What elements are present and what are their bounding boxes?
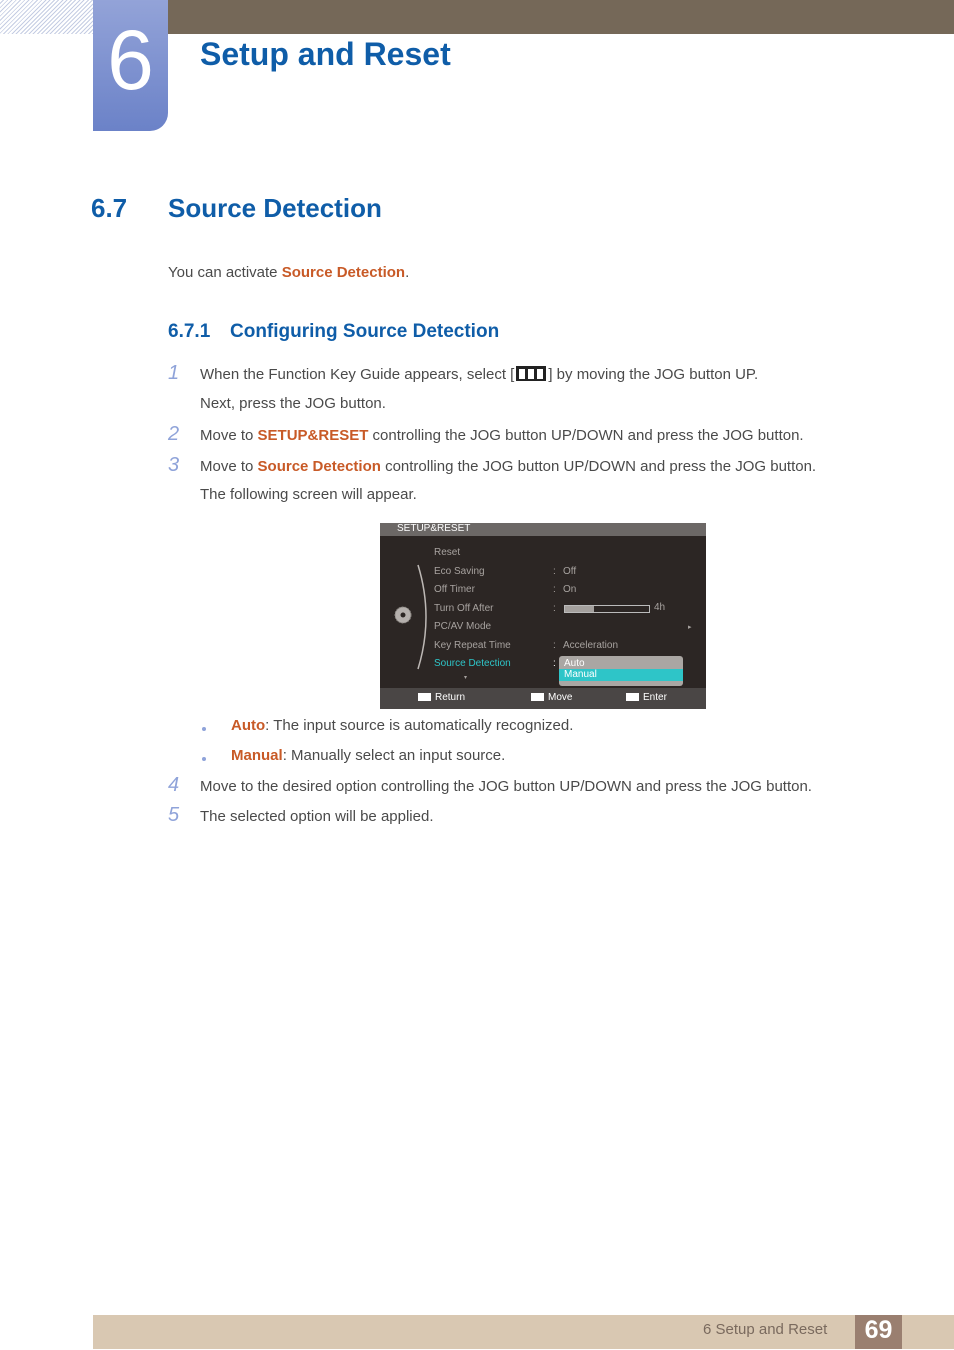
step-text-part: Move to bbox=[200, 427, 258, 444]
step-text-part: controlling the JOG button UP/DOWN and p… bbox=[380, 458, 817, 475]
intro-paragraph: You can activate Source Detection. bbox=[168, 264, 409, 281]
step-number: 2 bbox=[168, 423, 180, 445]
option-desc: : The input source is automatically reco… bbox=[265, 717, 574, 734]
osd-value-eco-saving: Off bbox=[563, 566, 577, 577]
option-manual-description: Manual: Manually select an input source. bbox=[231, 747, 505, 764]
move-label: Move bbox=[548, 692, 573, 703]
chapter-title: Setup and Reset bbox=[200, 36, 451, 72]
osd-value-key-repeat-time: Acceleration bbox=[563, 640, 619, 651]
section-number: 6.7 bbox=[91, 193, 128, 223]
move-button[interactable]: Move bbox=[531, 692, 572, 703]
enter-label: Enter bbox=[643, 692, 667, 703]
option-auto-description: Auto: The input source is automatically … bbox=[231, 717, 573, 734]
step-number: 4 bbox=[168, 774, 180, 796]
section-title: Source Detection bbox=[168, 193, 382, 223]
step-text-part: When the Function Key Guide appears, sel… bbox=[200, 366, 515, 383]
page-number-box: 69 bbox=[855, 1315, 902, 1349]
scroll-down-arrow-icon: ▾ bbox=[464, 675, 468, 681]
return-label: Return bbox=[435, 692, 466, 703]
step-text: The selected option will be applied. bbox=[200, 808, 434, 825]
intro-highlight: Source Detection bbox=[281, 264, 406, 281]
turn-off-after-slider[interactable] bbox=[564, 605, 650, 613]
intro-suffix: . bbox=[405, 264, 410, 281]
osd-colon: : bbox=[553, 584, 556, 595]
osd-value-off-timer: On bbox=[563, 584, 577, 595]
step-number: 5 bbox=[168, 804, 180, 826]
step-text: Move to Source Detection controlling the… bbox=[200, 458, 816, 475]
osd-item-reset[interactable]: Reset bbox=[434, 547, 460, 558]
enter-button[interactable]: Enter bbox=[626, 692, 667, 703]
osd-colon: : bbox=[553, 658, 556, 669]
osd-title-bar: SETUP&RESET bbox=[380, 523, 706, 536]
osd-item-turn-off-after[interactable]: Turn Off After bbox=[434, 603, 493, 614]
osd-item-source-detection[interactable]: Source Detection bbox=[434, 658, 511, 669]
osd-footer: Return Move Enter bbox=[380, 688, 706, 709]
step-text: Move to SETUP&RESET controlling the JOG … bbox=[200, 427, 804, 444]
option-label: Manual bbox=[231, 747, 283, 764]
chevron-right-icon: ▸ bbox=[688, 624, 692, 631]
source-detection-dropdown[interactable]: Auto Manual bbox=[559, 656, 683, 686]
step-text-line2: The following screen will appear. bbox=[200, 486, 417, 503]
osd-colon: : bbox=[553, 566, 556, 577]
header-hatch-decoration bbox=[0, 0, 93, 34]
option-desc: : Manually select an input source. bbox=[282, 747, 506, 764]
move-key-icon bbox=[531, 693, 544, 701]
intro-text: You can activate bbox=[168, 264, 282, 281]
subsection-title: Configuring Source Detection bbox=[230, 321, 500, 342]
menu-icon bbox=[516, 366, 547, 381]
step-text: When the Function Key Guide appears, sel… bbox=[200, 366, 758, 383]
page-number: 69 bbox=[864, 1316, 893, 1344]
step-highlight: Source Detection bbox=[257, 458, 381, 475]
chapter-number: 6 bbox=[107, 13, 154, 107]
return-button[interactable]: Return bbox=[418, 692, 465, 703]
step-text-part: Move to bbox=[200, 458, 258, 475]
footer-chapter-label: 6 Setup and Reset bbox=[703, 1321, 828, 1338]
bullet-icon bbox=[202, 757, 206, 761]
osd-menu-screenshot: SETUP&RESET Reset Eco Saving : Off Off T… bbox=[380, 523, 706, 709]
osd-value-turn-off-after: 4h bbox=[654, 602, 666, 613]
return-key-icon bbox=[418, 693, 431, 701]
step-text-part: controlling the JOG button UP/DOWN and p… bbox=[368, 427, 804, 444]
option-label: Auto bbox=[231, 717, 266, 734]
osd-colon: : bbox=[553, 640, 556, 651]
subsection-number: 6.7.1 bbox=[168, 321, 211, 342]
osd-item-eco-saving[interactable]: Eco Saving bbox=[434, 566, 485, 577]
step-number: 3 bbox=[168, 454, 180, 476]
dropdown-option-manual-selected[interactable]: Manual bbox=[559, 669, 683, 681]
osd-item-pc-av-mode[interactable]: PC/AV Mode bbox=[434, 621, 491, 632]
step-number: 1 bbox=[168, 362, 180, 384]
step-highlight: SETUP&RESET bbox=[257, 427, 369, 444]
osd-item-key-repeat-time[interactable]: Key Repeat Time bbox=[434, 640, 511, 651]
enter-key-icon bbox=[626, 693, 639, 701]
dropdown-option-label: Manual bbox=[564, 669, 597, 680]
slider-fill bbox=[565, 606, 595, 612]
bullet-icon bbox=[202, 727, 206, 731]
osd-colon: : bbox=[553, 603, 556, 614]
dropdown-option-auto[interactable]: Auto bbox=[564, 658, 585, 669]
header-bar bbox=[168, 0, 954, 34]
osd-arc-decoration bbox=[417, 564, 427, 670]
gear-icon bbox=[394, 606, 412, 624]
chapter-tab: 6 bbox=[93, 0, 168, 131]
osd-title: SETUP&RESET bbox=[397, 523, 471, 534]
step-text-line2: Next, press the JOG button. bbox=[200, 395, 386, 412]
osd-item-off-timer[interactable]: Off Timer bbox=[434, 584, 475, 595]
step-text-part: ] by moving the JOG button UP. bbox=[548, 366, 759, 383]
step-text: Move to the desired option controlling t… bbox=[200, 778, 812, 795]
